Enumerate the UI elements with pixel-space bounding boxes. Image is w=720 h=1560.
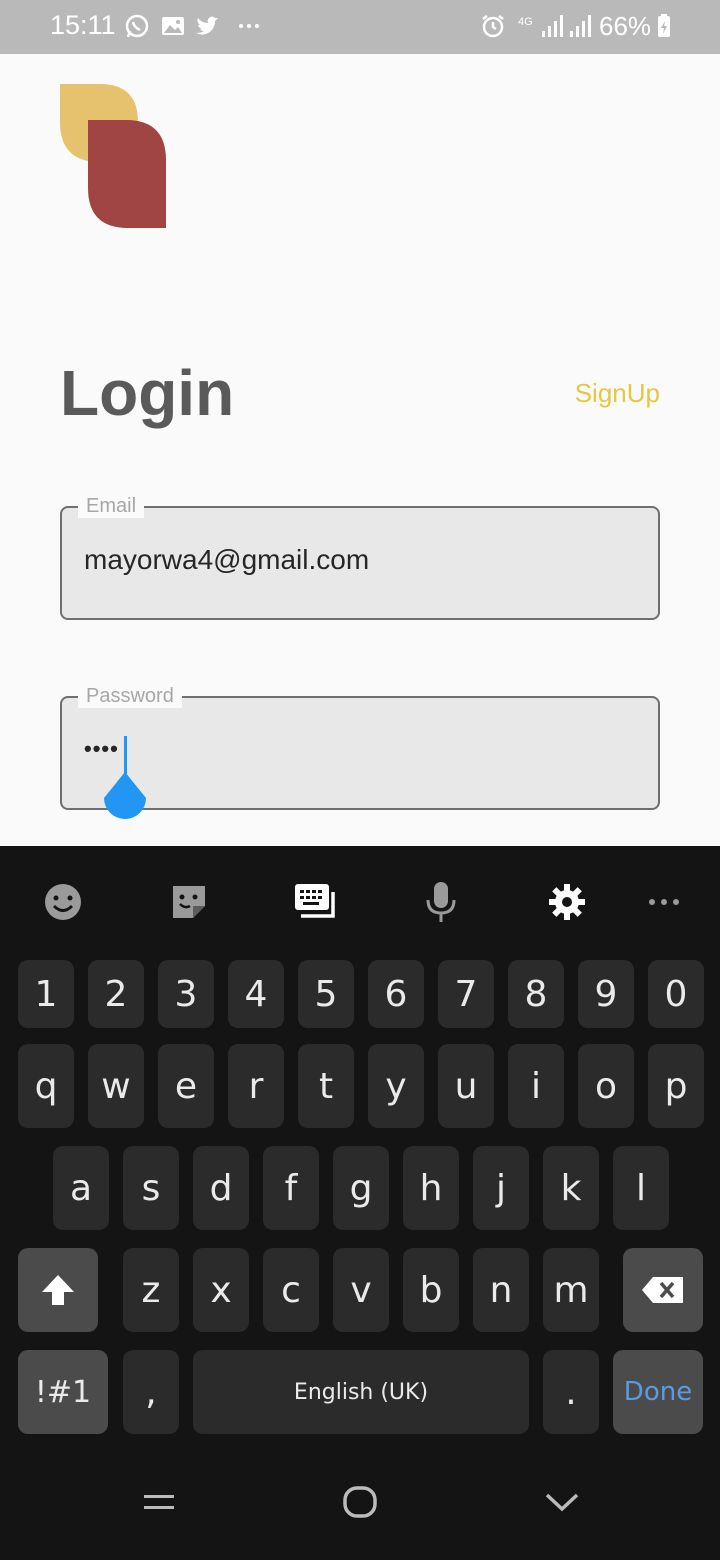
page-title: Login [60, 357, 235, 429]
key-0[interactable]: 0 [648, 960, 704, 1028]
key-4[interactable]: 4 [228, 960, 284, 1028]
key-r[interactable]: r [228, 1044, 284, 1128]
signup-link[interactable]: SignUp [575, 378, 660, 409]
symbols-key[interactable]: !#1 [18, 1350, 108, 1434]
key-i[interactable]: i [508, 1044, 564, 1128]
twitter-icon [196, 16, 218, 35]
key-1[interactable]: 1 [18, 960, 74, 1028]
key-9[interactable]: 9 [578, 960, 634, 1028]
key-h[interactable]: h [403, 1146, 459, 1230]
key-v[interactable]: v [333, 1248, 389, 1332]
comma-key[interactable]: , [123, 1350, 179, 1434]
key-8[interactable]: 8 [508, 960, 564, 1028]
key-g[interactable]: g [333, 1146, 389, 1230]
back-icon[interactable] [542, 1482, 582, 1522]
battery-icon [658, 14, 670, 37]
key-q[interactable]: q [18, 1044, 74, 1128]
battery-percent: 66% [599, 11, 652, 41]
mic-icon[interactable] [419, 880, 463, 924]
key-l[interactable]: l [613, 1146, 669, 1230]
app-logo [60, 84, 166, 228]
recent-apps-icon[interactable] [139, 1482, 179, 1522]
cursor-handle[interactable] [102, 772, 148, 822]
navigation-bar [0, 1446, 720, 1560]
key-m[interactable]: m [543, 1248, 599, 1332]
key-k[interactable]: k [543, 1146, 599, 1230]
key-d[interactable]: d [193, 1146, 249, 1230]
key-f[interactable]: f [263, 1146, 319, 1230]
key-w[interactable]: w [88, 1044, 144, 1128]
key-o[interactable]: o [578, 1044, 634, 1128]
whatsapp-icon [125, 14, 149, 38]
key-t[interactable]: t [298, 1044, 354, 1128]
key-7[interactable]: 7 [438, 960, 494, 1028]
backspace-key[interactable] [623, 1248, 703, 1332]
email-field[interactable]: Email mayorwa4@gmail.com [60, 494, 660, 620]
key-x[interactable]: x [193, 1248, 249, 1332]
key-c[interactable]: c [263, 1248, 319, 1332]
key-e[interactable]: e [158, 1044, 214, 1128]
sticker-icon[interactable] [167, 880, 211, 924]
more-dots-icon [239, 24, 259, 28]
key-z[interactable]: z [123, 1248, 179, 1332]
status-bar: 15:11 4G 66% [0, 0, 720, 54]
password-field[interactable]: Password •••• [60, 684, 660, 819]
key-2[interactable]: 2 [88, 960, 144, 1028]
alarm-icon [482, 15, 504, 38]
status-time: 15:11 [50, 10, 116, 40]
period-key[interactable]: . [543, 1350, 599, 1434]
key-u[interactable]: u [438, 1044, 494, 1128]
email-label: Email [78, 494, 145, 518]
keyboard-toolbar [0, 846, 720, 956]
spacebar[interactable]: English (UK) [193, 1350, 529, 1434]
key-j[interactable]: j [473, 1146, 529, 1230]
key-6[interactable]: 6 [368, 960, 424, 1028]
key-5[interactable]: 5 [298, 960, 354, 1028]
keyboard-icon[interactable] [293, 880, 337, 924]
network-type: 4G [518, 16, 533, 28]
key-y[interactable]: y [368, 1044, 424, 1128]
key-p[interactable]: p [648, 1044, 704, 1128]
soft-keyboard: 1 2 3 4 5 6 7 8 9 0 q w e r t y u i o p … [0, 846, 720, 1560]
key-n[interactable]: n [473, 1248, 529, 1332]
text-cursor [124, 736, 127, 774]
gallery-icon [162, 17, 184, 35]
signal-icon [570, 15, 591, 37]
key-b[interactable]: b [403, 1248, 459, 1332]
emoji-icon[interactable] [41, 880, 85, 924]
signal-icon [542, 15, 563, 37]
done-key[interactable]: Done [613, 1350, 703, 1434]
key-s[interactable]: s [123, 1146, 179, 1230]
shift-key[interactable] [18, 1248, 98, 1332]
home-icon[interactable] [340, 1482, 380, 1522]
more-icon[interactable] [642, 880, 686, 924]
key-3[interactable]: 3 [158, 960, 214, 1028]
settings-icon[interactable] [545, 880, 589, 924]
password-value: •••• [84, 736, 119, 761]
shift-arrow-icon [42, 1275, 74, 1305]
key-a[interactable]: a [53, 1146, 109, 1230]
backspace-icon [642, 1277, 683, 1303]
email-value: mayorwa4@gmail.com [84, 544, 370, 575]
password-label: Password [78, 684, 182, 708]
